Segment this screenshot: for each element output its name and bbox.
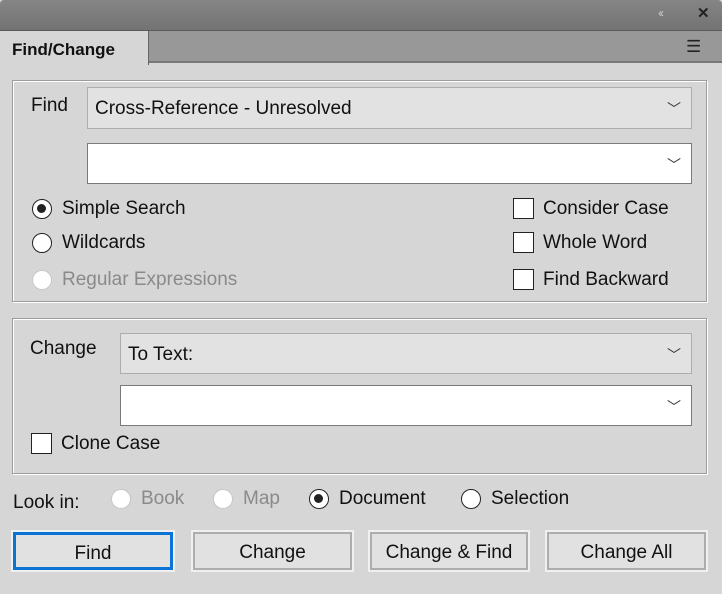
book-radio[interactable]: [111, 489, 131, 509]
change-and-find-button[interactable]: Change & Find: [370, 532, 528, 570]
double-chevron-left-icon[interactable]: ‹‹: [658, 6, 664, 20]
clone-case-checkbox[interactable]: [31, 433, 52, 454]
find-query-dropdown[interactable]: Cross-Reference - Unresolved ﹀: [87, 87, 692, 129]
consider-case-label[interactable]: Consider Case: [543, 198, 669, 220]
tab-find-change[interactable]: Find/Change: [0, 31, 149, 65]
wildcards-label[interactable]: Wildcards: [62, 232, 145, 254]
chevron-down-icon[interactable]: ﹀: [667, 397, 681, 417]
change-type-dropdown[interactable]: To Text: ﹀: [120, 333, 692, 374]
change-type-value: To Text:: [128, 344, 194, 365]
change-to-input[interactable]: ﹀: [120, 385, 692, 426]
document-radio[interactable]: [309, 489, 329, 509]
regular-expressions-label: Regular Expressions: [62, 269, 238, 290]
simple-search-label[interactable]: Simple Search: [62, 198, 186, 220]
change-button[interactable]: Change: [193, 532, 352, 570]
hamburger-menu-icon[interactable]: ☰: [686, 37, 701, 57]
document-label[interactable]: Document: [339, 488, 426, 510]
whole-word-label[interactable]: Whole Word: [543, 232, 647, 254]
simple-search-radio[interactable]: [32, 199, 52, 219]
change-label: Change: [30, 338, 97, 359]
whole-word-checkbox[interactable]: [513, 232, 534, 253]
chevron-down-icon: ﹀: [667, 347, 681, 363]
wildcards-radio[interactable]: [32, 233, 52, 253]
chevron-down-icon[interactable]: ﹀: [667, 155, 681, 175]
find-query-value: Cross-Reference - Unresolved: [95, 98, 352, 119]
selection-label[interactable]: Selection: [491, 488, 569, 510]
change-all-button[interactable]: Change All: [547, 532, 706, 570]
clone-case-label[interactable]: Clone Case: [61, 433, 160, 455]
find-backward-checkbox[interactable]: [513, 269, 534, 290]
regular-expressions-radio[interactable]: [32, 270, 52, 290]
close-icon[interactable]: ✕: [697, 4, 710, 22]
selection-radio[interactable]: [461, 489, 481, 509]
consider-case-checkbox[interactable]: [513, 198, 534, 219]
find-what-input[interactable]: ﹀: [87, 143, 692, 184]
chevron-down-icon: ﹀: [667, 101, 681, 117]
book-label: Book: [141, 488, 185, 509]
map-label: Map: [243, 488, 280, 509]
find-backward-label[interactable]: Find Backward: [543, 269, 669, 291]
map-radio[interactable]: [213, 489, 233, 509]
find-label: Find: [31, 95, 68, 116]
look-in-label: Look in:: [13, 492, 80, 513]
find-button[interactable]: Find: [13, 532, 173, 570]
panel-title-bar[interactable]: ‹‹ ✕: [0, 0, 722, 31]
